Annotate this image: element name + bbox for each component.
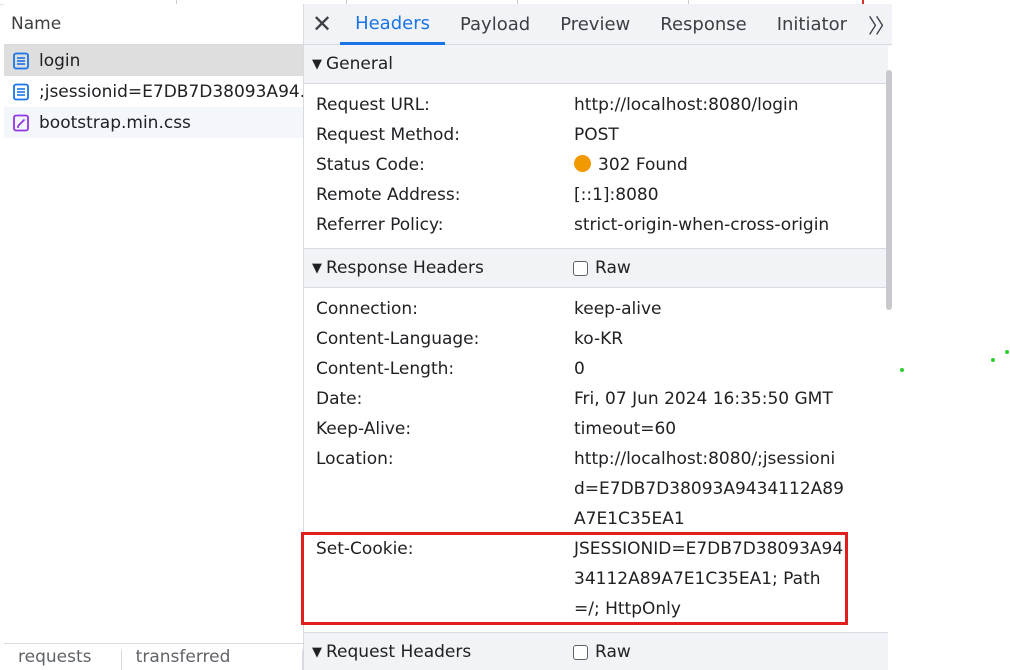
request-item-bootstrap[interactable]: bootstrap.min.css <box>4 107 303 138</box>
header-row: Date: Fri, 07 Jun 2024 16:35:50 GMT <box>304 384 888 414</box>
stylesheet-icon <box>13 114 29 131</box>
request-count: 3 requests <box>18 647 92 667</box>
request-list-panel: Name login ;jsessionid=E7DB7D38093A94...… <box>4 4 304 670</box>
header-key: Request Method: <box>316 125 460 145</box>
expand-triangle-icon: ▼ <box>312 260 322 276</box>
header-key: Status Code: <box>316 155 425 175</box>
header-key: Request URL: <box>316 95 430 115</box>
status-bar: 3 requests 1.4 kB transferred <box>4 643 303 670</box>
header-key: Location: <box>316 449 394 469</box>
close-icon[interactable]: ✕ <box>304 4 340 44</box>
status-value: 302 Found <box>574 150 844 180</box>
status-text: 302 Found <box>598 155 688 175</box>
header-value: strict-origin-when-cross-origin <box>574 215 830 235</box>
header-key: Content-Length: <box>316 359 455 379</box>
header-row: Remote Address: [::1]:8080 <box>304 180 888 210</box>
scrollbar-thumb[interactable] <box>886 70 892 310</box>
header-key: Referrer Policy: <box>316 215 444 235</box>
header-row: Content-Length: 0 <box>304 354 888 384</box>
header-row: Keep-Alive: timeout=60 <box>304 414 888 444</box>
green-dot <box>1005 350 1009 354</box>
header-row: Location: http://localhost:8080/;jsessio… <box>304 444 888 534</box>
header-value: keep-alive <box>574 299 662 319</box>
header-value: http://localhost:8080/login <box>574 95 799 115</box>
expand-triangle-icon: ▼ <box>312 56 322 72</box>
general-rows: Request URL: http://localhost:8080/login… <box>304 84 888 248</box>
set-cookie-highlight-box <box>301 532 848 625</box>
tab-response[interactable]: Response <box>645 4 761 44</box>
header-key: Content-Language: <box>316 329 480 349</box>
header-value: ko-KR <box>574 329 624 349</box>
request-name: ;jsessionid=E7DB7D38093A94... <box>39 81 303 102</box>
raw-checkbox[interactable] <box>573 644 588 660</box>
header-value: http://localhost:8080/;jsessionid=E7DB7D… <box>574 449 844 529</box>
tab-headers[interactable]: Headers <box>340 4 445 45</box>
section-title: Response Headers <box>326 258 484 278</box>
raw-toggle[interactable]: Raw <box>573 633 631 670</box>
details-tab-bar: ✕ Headers Payload Preview Response Initi… <box>304 4 892 45</box>
header-row: Request URL: http://localhost:8080/login <box>304 90 888 120</box>
name-column-header[interactable]: Name <box>4 4 303 45</box>
document-icon <box>13 83 29 100</box>
status-dot-icon <box>574 155 591 172</box>
request-item-jsessionid[interactable]: ;jsessionid=E7DB7D38093A94... <box>4 76 303 107</box>
general-section-header[interactable]: ▼ General <box>304 45 888 84</box>
header-row: Request Method: POST <box>304 120 888 150</box>
header-key: Connection: <box>316 299 418 319</box>
header-row: Status Code: 302 Found <box>304 150 888 180</box>
raw-label: Raw <box>595 642 631 662</box>
header-row: Referrer Policy: strict-origin-when-cros… <box>304 210 888 240</box>
tab-payload[interactable]: Payload <box>445 4 545 44</box>
header-value: Fri, 07 Jun 2024 16:35:50 GMT <box>574 389 833 409</box>
raw-checkbox[interactable] <box>573 260 588 276</box>
header-key: Date: <box>316 389 363 409</box>
header-key: Remote Address: <box>316 185 461 205</box>
document-icon <box>13 52 29 69</box>
request-item-login[interactable]: login <box>4 45 303 76</box>
header-value: timeout=60 <box>574 419 677 439</box>
header-row: Connection: keep-alive <box>304 294 888 324</box>
request-name: login <box>39 50 81 71</box>
raw-toggle[interactable]: Raw <box>573 249 631 287</box>
section-title: General <box>326 54 393 74</box>
expand-triangle-icon: ▼ <box>312 644 322 660</box>
response-headers-section-header[interactable]: ▼ Response Headers Raw <box>304 248 888 288</box>
green-dot <box>991 358 995 362</box>
header-value: 0 <box>574 359 585 379</box>
transferred-size: 1.4 kB transferred <box>135 647 231 667</box>
raw-label: Raw <box>595 258 631 278</box>
tab-initiator[interactable]: Initiator <box>762 4 862 44</box>
request-headers-section-header[interactable]: ▼ Request Headers Raw <box>304 632 888 670</box>
header-value: [::1]:8080 <box>574 185 659 205</box>
green-dot <box>900 368 904 372</box>
header-value: POST <box>574 125 619 145</box>
header-row: Content-Language: ko-KR <box>304 324 888 354</box>
divider <box>302 650 303 670</box>
more-tabs-icon[interactable]: 〉〉 <box>862 4 892 44</box>
section-title: Request Headers <box>326 642 472 662</box>
tab-preview[interactable]: Preview <box>545 4 645 44</box>
header-key: Keep-Alive: <box>316 419 412 439</box>
request-name: bootstrap.min.css <box>39 112 191 133</box>
